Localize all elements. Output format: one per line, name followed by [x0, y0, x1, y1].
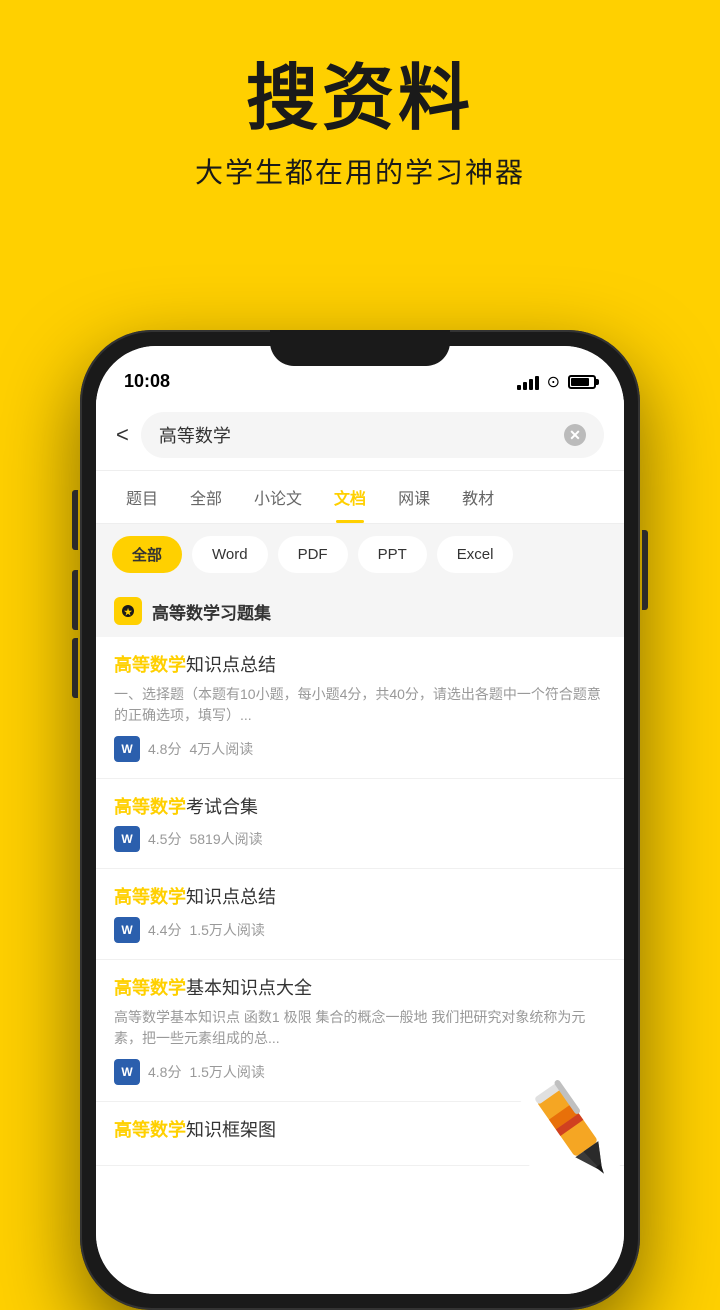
list-item[interactable]: 高等数学知识点总结 一、选择题（本题有10小题，每小题4分，共40分，请选出各题…	[96, 637, 624, 779]
result-reads: 1.5万人阅读	[189, 1062, 264, 1082]
hero-subtitle: 大学生都在用的学习神器	[0, 151, 720, 191]
result-desc: 高等数学基本知识点 函数1 极限 集合的概念一般地 我们把研究对象统称为元素，把…	[114, 1007, 606, 1049]
title-highlight: 高等数学	[114, 978, 186, 998]
result-meta: W 4.5分 5819人阅读	[114, 826, 606, 852]
pen-sticker	[504, 1054, 624, 1194]
hero-section: 搜资料 大学生都在用的学习神器	[0, 0, 720, 221]
result-score: 4.4分	[148, 920, 181, 940]
result-meta: W 4.4分 1.5万人阅读	[114, 917, 606, 943]
svg-text:★: ★	[124, 607, 133, 617]
title-highlight: 高等数学	[114, 655, 186, 675]
phone-notch	[270, 330, 450, 366]
filter-chips: 全部 Word PDF PPT Excel	[96, 524, 624, 585]
section-title: 高等数学习题集	[152, 599, 271, 624]
result-title: 高等数学基本知识点大全	[114, 976, 606, 1001]
result-reads: 1.5万人阅读	[189, 920, 264, 940]
chip-excel[interactable]: Excel	[437, 536, 514, 573]
back-button[interactable]: <	[116, 422, 129, 448]
status-icons: ⊙	[517, 372, 596, 392]
nav-tab-online[interactable]: 网课	[384, 471, 444, 523]
phone-mockup: 10:08 ⊙ < 高等数学 ✕	[80, 330, 640, 1310]
nav-tab-paper[interactable]: 小论文	[240, 471, 316, 523]
chip-word[interactable]: Word	[192, 536, 268, 573]
result-title: 高等数学知识点总结	[114, 885, 606, 910]
hero-title: 搜资料	[0, 60, 720, 139]
wifi-icon: ⊙	[547, 372, 560, 392]
nav-tab-all[interactable]: 全部	[176, 471, 236, 523]
result-reads: 5819人阅读	[189, 829, 262, 849]
result-desc: 一、选择题（本题有10小题，每小题4分，共40分，请选出各题中一个符合题意的正确…	[114, 684, 606, 726]
nav-tabs: 题目 全部 小论文 文档 网课 教材	[96, 471, 624, 524]
word-badge-icon: W	[114, 826, 140, 852]
nav-tab-textbook[interactable]: 教材	[448, 471, 508, 523]
chip-ppt[interactable]: PPT	[358, 536, 427, 573]
result-title: 高等数学知识点总结	[114, 653, 606, 678]
signal-bars-icon	[517, 374, 539, 390]
list-item[interactable]: 高等数学考试合集 W 4.5分 5819人阅读	[96, 779, 624, 869]
battery-icon	[568, 375, 596, 389]
title-highlight: 高等数学	[114, 1120, 186, 1140]
result-title: 高等数学考试合集	[114, 795, 606, 820]
list-item[interactable]: 高等数学知识点总结 W 4.4分 1.5万人阅读	[96, 869, 624, 959]
search-query: 高等数学	[159, 422, 231, 448]
word-badge-icon: W	[114, 736, 140, 762]
result-score: 4.8分	[148, 739, 181, 759]
search-bar: < 高等数学 ✕	[96, 400, 624, 471]
word-badge-icon: W	[114, 1059, 140, 1085]
section-icon: ★	[114, 597, 142, 625]
phone-inner: 10:08 ⊙ < 高等数学 ✕	[96, 346, 624, 1294]
status-time: 10:08	[124, 371, 170, 392]
result-score: 4.8分	[148, 1062, 181, 1082]
word-badge-icon: W	[114, 917, 140, 943]
result-reads: 4万人阅读	[189, 739, 253, 759]
section-header: ★ 高等数学习题集	[96, 585, 624, 637]
result-meta: W 4.8分 4万人阅读	[114, 736, 606, 762]
search-input-wrap[interactable]: 高等数学 ✕	[141, 412, 604, 458]
title-highlight: 高等数学	[114, 797, 186, 817]
title-highlight: 高等数学	[114, 887, 186, 907]
search-clear-button[interactable]: ✕	[564, 424, 586, 446]
result-score: 4.5分	[148, 829, 181, 849]
chip-pdf[interactable]: PDF	[278, 536, 348, 573]
chip-all[interactable]: 全部	[112, 536, 182, 573]
nav-tab-subject[interactable]: 题目	[112, 471, 172, 523]
nav-tab-doc[interactable]: 文档	[320, 471, 380, 523]
phone-outer: 10:08 ⊙ < 高等数学 ✕	[80, 330, 640, 1310]
